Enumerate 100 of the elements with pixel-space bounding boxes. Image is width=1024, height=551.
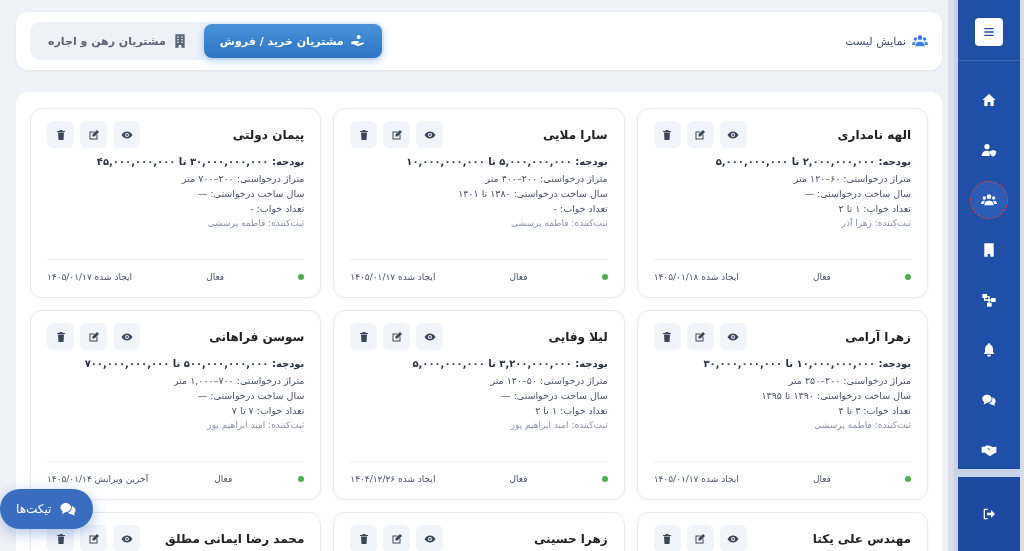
date-text: آخرین ویرایش ۱۴۰۵/۰۱/۱۴: [47, 474, 149, 484]
edit-button[interactable]: [686, 121, 714, 148]
view-button[interactable]: [113, 121, 140, 148]
trash-icon: [54, 532, 67, 545]
edit-button[interactable]: [383, 323, 411, 350]
budget-text: بودجه: ۵,۰۰۰,۰۰۰,۰۰۰ تا ۱۰,۰۰۰,۰۰۰,۰۰۰: [405, 156, 608, 167]
date-text: ایجاد شده ۱۴۰۴/۱۲/۲۶: [350, 474, 436, 484]
customer-name: زهرا آرامی: [845, 329, 911, 344]
registrar-text: ثبت‌کننده: فاطمه پرسشی: [509, 218, 608, 228]
logout-icon: [981, 506, 997, 522]
customer-name: سوسن فراهانی: [209, 329, 305, 344]
area-text: متراژ درخواستی: ۶۰–۱۲۰ متر: [792, 173, 911, 184]
view-button[interactable]: [416, 525, 444, 551]
edit-icon: [87, 128, 100, 141]
bedrooms-text: تعداد خواب: ۱ تا ۲: [534, 405, 608, 416]
date-text: ایجاد شده ۱۴۰۵/۰۱/۱۸: [653, 272, 739, 282]
view-button[interactable]: [416, 121, 444, 148]
edit-icon: [87, 532, 100, 545]
tab[interactable]: مشتریان رهن و اجاره: [32, 24, 204, 58]
trash-icon: [357, 532, 370, 545]
trash-icon: [661, 128, 674, 141]
budget-text: بودجه: ۵۰۰,۰۰۰,۰۰۰,۰۰۰ تا ۷۰۰,۰۰۰,۰۰۰,۰۰۰: [83, 358, 305, 369]
view-button[interactable]: [416, 323, 444, 350]
status-text: فعال: [214, 474, 233, 484]
edit-icon: [390, 128, 403, 141]
budget-text: بودجه: ۳,۲۰۰,۰۰۰,۰۰۰ تا ۵,۰۰۰,۰۰۰,۰۰۰: [411, 358, 608, 369]
hand-icon: [349, 33, 366, 49]
bedrooms-text: تعداد خواب: -: [249, 203, 305, 214]
view-button[interactable]: [719, 323, 747, 350]
area-text: متراژ درخواستی: ۲۰۰–۲۵۰ متر: [787, 375, 911, 386]
trash-icon: [54, 330, 67, 343]
logout-button[interactable]: [981, 506, 997, 522]
registrar-text: ثبت‌کننده: امید ابراهیم پور: [206, 420, 305, 430]
view-button[interactable]: [719, 525, 747, 551]
area-text: متراژ درخواستی: ۲۰۰–۴۰۰ متر: [484, 173, 608, 184]
delete-button[interactable]: [350, 525, 378, 551]
build-year-text: سال ساخت درخواستی: ۱۳۹۰ تا ۱۳۹۵: [760, 390, 911, 401]
trash-icon: [661, 532, 674, 545]
status-text: فعال: [206, 272, 225, 282]
delete-button[interactable]: [653, 121, 681, 148]
registrar-text: ثبت‌کننده: امید ابراهیم پور: [509, 420, 608, 430]
chat-icon: [981, 392, 997, 408]
handshake-icon: [981, 442, 997, 458]
view-button[interactable]: [113, 323, 140, 350]
bedrooms-text: تعداد خواب: -: [552, 203, 608, 214]
tickets-button[interactable]: تیکت‌ها: [0, 489, 94, 529]
trash-icon: [54, 128, 67, 141]
budget-text: بودجه: ۱۰,۰۰۰,۰۰۰,۰۰۰ تا ۳۰,۰۰۰,۰۰۰,۰۰۰: [702, 358, 911, 369]
view-button[interactable]: [719, 121, 747, 148]
registrar-text: ثبت‌کننده: فاطمه پرسشی: [813, 420, 911, 430]
registrar-text: ثبت‌کننده: زهرا آذر: [840, 218, 911, 228]
trash-icon: [357, 330, 370, 343]
customer-name: زهرا حسینی: [533, 531, 608, 546]
trash-icon: [357, 128, 370, 141]
edit-button[interactable]: [383, 525, 411, 551]
bell-icon: [981, 342, 997, 358]
delete-button[interactable]: [653, 525, 681, 551]
delete-button[interactable]: [350, 121, 378, 148]
delete-button[interactable]: [653, 323, 681, 350]
view-button[interactable]: [113, 525, 140, 551]
customer-name: لیلا وفایی: [548, 329, 608, 344]
edit-button[interactable]: [80, 323, 107, 350]
list-title: نمایش لیست: [845, 34, 906, 48]
delete-button[interactable]: [47, 121, 74, 148]
trash-icon: [661, 330, 674, 343]
customer-name: الهه نامداری: [837, 127, 911, 142]
menu-button[interactable]: [975, 18, 1003, 46]
status-text: فعال: [509, 474, 528, 484]
sidebar-item[interactable]: [970, 181, 1008, 219]
tab[interactable]: مشتریان خرید / فروش: [203, 24, 382, 58]
status-text: فعال: [509, 272, 528, 282]
edit-button[interactable]: [80, 525, 107, 551]
build-year-text: سال ساخت درخواستی: —: [196, 188, 305, 199]
edit-icon: [694, 330, 707, 343]
build-year-text: سال ساخت درخواستی: ۱۳۸۰ تا ۱۴۰۱: [457, 188, 608, 199]
date-text: ایجاد شده ۱۴۰۵/۰۱/۱۷: [653, 474, 739, 484]
bedrooms-text: تعداد خواب: ۱ تا ۲: [837, 203, 911, 214]
edit-button[interactable]: [80, 121, 107, 148]
area-text: متراژ درخواستی: ۵۰–۱۲۰ متر: [489, 375, 608, 386]
status-text: فعال: [812, 272, 831, 282]
customer-name: مهندس علی یکتا: [812, 531, 911, 546]
user-shield-icon: [981, 142, 997, 158]
bedrooms-text: تعداد خواب: ۷ تا ۷: [230, 405, 305, 416]
customer-name: محمد رضا ایمانی مطلق: [165, 531, 305, 546]
build-year-text: سال ساخت درخواستی: —: [196, 390, 305, 401]
edit-button[interactable]: [686, 323, 714, 350]
delete-button[interactable]: [350, 323, 378, 350]
date-text: ایجاد شده ۱۴۰۵/۰۱/۱۷: [47, 272, 133, 282]
edit-button[interactable]: [383, 121, 411, 148]
customer-name: پیمان دولتی: [232, 127, 305, 142]
edit-button[interactable]: [686, 525, 714, 551]
edit-icon: [390, 532, 403, 545]
area-text: متراژ درخواستی: ۲۰۰–۷۰۰ متر: [180, 173, 305, 184]
build-year-text: سال ساخت درخواستی: —: [500, 390, 608, 401]
edit-icon: [694, 532, 707, 545]
area-text: متراژ درخواستی: ۷۰۰–۱,۰۰۰ متر: [172, 375, 305, 386]
delete-button[interactable]: [47, 323, 74, 350]
users-icon: [981, 192, 997, 208]
sitemap-icon: [981, 292, 997, 308]
customer-name: سارا ملایی: [542, 127, 608, 142]
